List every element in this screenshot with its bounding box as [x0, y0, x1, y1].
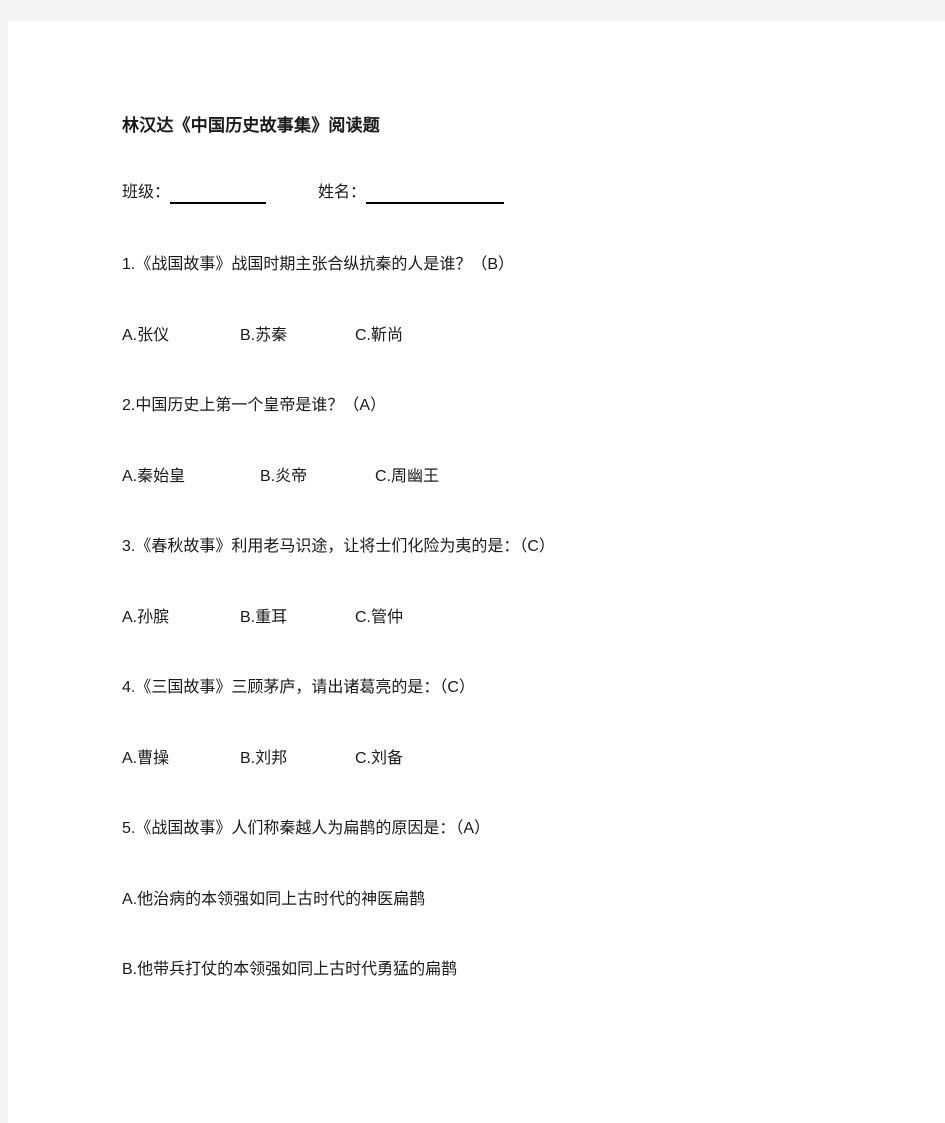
question-3-option-1[interactable]: A.孙膑 — [122, 607, 240, 629]
question-3-option-3[interactable]: C.管仲 — [355, 607, 403, 629]
question-3-prompt: 3.《春秋故事》利用老马识途，让将士们化险为夷的是：（C） — [122, 538, 555, 555]
class-field: 班级： — [122, 182, 267, 204]
question-2-option-3[interactable]: C.周幽王 — [375, 466, 439, 488]
question-4-option-3[interactable]: C.刘备 — [355, 748, 403, 770]
question-4-option-2[interactable]: B.刘邦 — [240, 748, 355, 770]
class-label: 班级： — [122, 184, 171, 201]
question-2-options: A.秦始皇 B.炎帝 C.周幽王 — [122, 466, 439, 488]
identity-row: 班级： 姓名： — [122, 182, 505, 204]
name-field: 姓名： — [318, 182, 505, 204]
name-input-blank[interactable] — [366, 183, 505, 204]
class-input-blank[interactable] — [170, 183, 267, 204]
question-4-option-1[interactable]: A.曹操 — [122, 748, 240, 770]
page-title: 林汉达《中国历史故事集》阅读题 — [122, 116, 380, 135]
question-1-option-2[interactable]: B.苏秦 — [240, 325, 355, 347]
question-5-prompt: 5.《战国故事》人们称秦越人为扁鹊的原因是：（A） — [122, 820, 491, 837]
question-1-prompt: 1.《战国故事》战国时期主张合纵抗秦的人是谁？（B） — [122, 256, 515, 273]
question-1-option-1[interactable]: A.张仪 — [122, 325, 240, 347]
question-1-option-3[interactable]: C.靳尚 — [355, 325, 403, 347]
question-4-prompt: 4.《三国故事》三顾茅庐，请出诸葛亮的是：（C） — [122, 679, 475, 696]
question-4-options: A.曹操 B.刘邦 C.刘备 — [122, 748, 403, 770]
question-3-options: A.孙膑 B.重耳 C.管仲 — [122, 607, 403, 629]
question-2-prompt: 2.中国历史上第一个皇帝是谁？（A） — [122, 397, 387, 414]
document-sheet: 林汉达《中国历史故事集》阅读题 班级： 姓名： 1.《战国故事》战国时期主张合纵… — [8, 21, 945, 1123]
question-5-option-2[interactable]: B.他带兵打仗的本领强如同上古时代勇猛的扁鹊 — [122, 959, 457, 981]
question-1-options: A.张仪 B.苏秦 C.靳尚 — [122, 325, 403, 347]
question-5-option-1[interactable]: A.他治病的本领强如同上古时代的神医扁鹊 — [122, 889, 425, 911]
question-2-option-1[interactable]: A.秦始皇 — [122, 466, 260, 488]
name-label: 姓名： — [318, 184, 367, 201]
question-3-option-2[interactable]: B.重耳 — [240, 607, 355, 629]
question-2-option-2[interactable]: B.炎帝 — [260, 466, 375, 488]
